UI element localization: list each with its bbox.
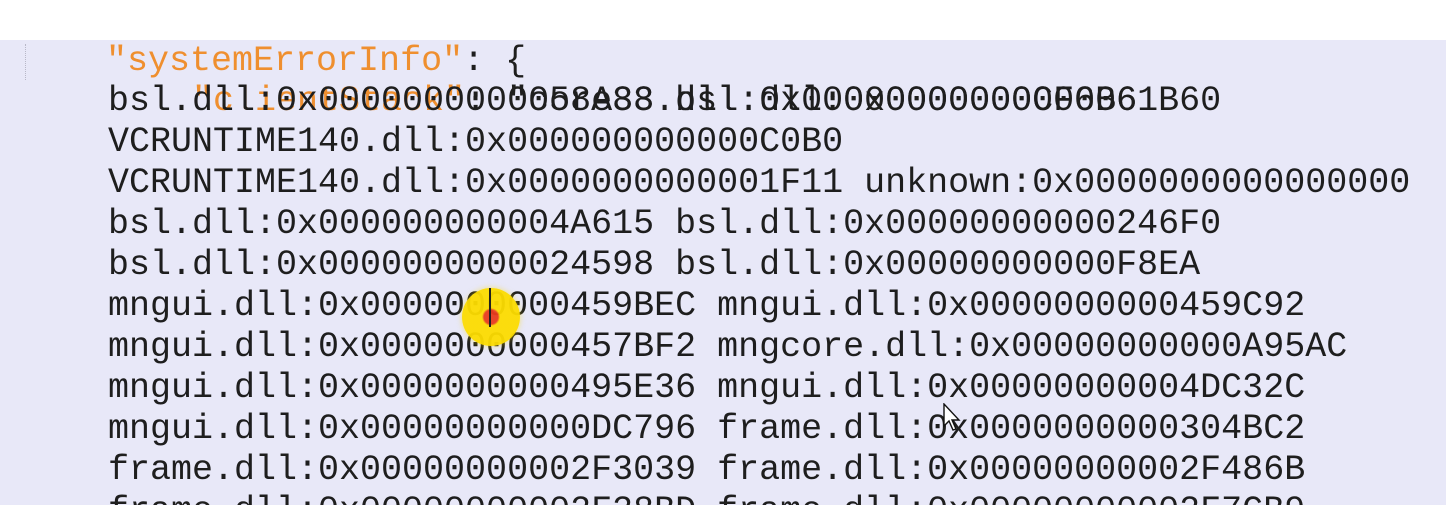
stack-line-9[interactable]: mngui.dll:0x00000000000DC796 frame.dll:0… <box>108 409 1305 450</box>
system-error-info-line[interactable]: "systemErrorInfo": { <box>22 0 526 81</box>
code-editor[interactable]: "systemErrorInfo": { "clientStack": "cor… <box>0 0 1446 515</box>
mouse-pointer-icon <box>943 403 961 431</box>
stack-line-3[interactable]: VCRUNTIME140.dll:0x0000000000001F11 unkn… <box>108 163 1410 204</box>
stack-line-1[interactable]: bsl.dll:0x0000000000058A38 bsl.dll:0x000… <box>108 81 1221 122</box>
stack-line-5[interactable]: bsl.dll:0x0000000000024598 bsl.dll:0x000… <box>108 245 1200 286</box>
text-caret <box>489 288 491 327</box>
stack-line-8[interactable]: mngui.dll:0x0000000000495E36 mngui.dll:0… <box>108 368 1305 409</box>
stack-line-4[interactable]: bsl.dll:0x000000000004A615 bsl.dll:0x000… <box>108 204 1221 245</box>
stack-line-2[interactable]: VCRUNTIME140.dll:0x000000000000C0B0 <box>108 122 843 163</box>
stack-line-6[interactable]: mngui.dll:0x0000000000459BEC mngui.dll:0… <box>108 286 1305 327</box>
client-stack-line[interactable]: "clientStack": "core83.dll:0x00000000000… <box>108 40 1137 121</box>
stack-line-10[interactable]: frame.dll:0x00000000002F3039 frame.dll:0… <box>108 450 1305 491</box>
bottom-fade <box>0 505 1446 515</box>
stack-line-7[interactable]: mngui.dll:0x0000000000457BF2 mngcore.dll… <box>108 327 1347 368</box>
yellow-click-highlight-icon <box>462 288 520 346</box>
